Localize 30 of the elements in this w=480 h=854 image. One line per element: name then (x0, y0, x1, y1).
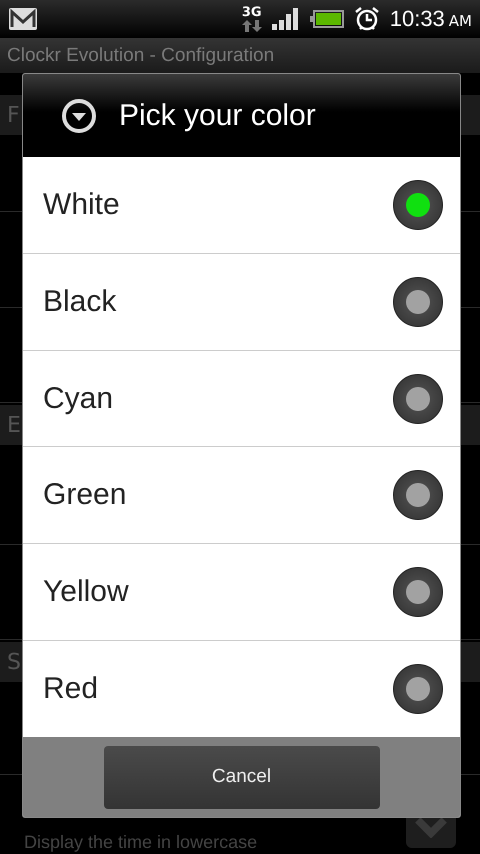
dialog-title: Pick your color (119, 98, 316, 132)
color-option[interactable]: White (23, 157, 460, 253)
option-label: Red (43, 672, 98, 706)
radio-button[interactable] (393, 276, 443, 327)
data-arrows-icon (242, 20, 262, 32)
color-option[interactable]: Cyan (23, 350, 460, 446)
mail-icon (8, 7, 38, 31)
setting-summary: Display the time in lowercase (24, 832, 258, 852)
color-option[interactable]: Yellow (23, 543, 460, 640)
option-label: Black (43, 284, 116, 319)
clock-time: 10:33 AM (390, 6, 472, 32)
cancel-button[interactable]: Cancel (104, 746, 380, 808)
radio-button[interactable] (393, 664, 443, 714)
radio-button[interactable] (393, 567, 443, 618)
battery-icon (310, 10, 344, 28)
color-option[interactable]: Red (23, 640, 460, 737)
signal-icon (272, 8, 300, 30)
option-label: Green (43, 478, 126, 512)
check-icon (415, 818, 447, 838)
network-type: 3G (242, 6, 262, 20)
option-label: Yellow (43, 575, 129, 610)
app-title: Clockr Evolution - Configuration (7, 44, 274, 66)
radio-button[interactable] (393, 470, 443, 520)
alarm-clock-icon (354, 6, 380, 32)
color-option[interactable]: Green (23, 446, 460, 544)
color-option[interactable]: Black (23, 252, 460, 350)
radio-button[interactable] (393, 180, 443, 230)
dropdown-circle-icon (61, 98, 97, 134)
radio-button[interactable] (393, 374, 443, 424)
option-label: White (43, 188, 120, 222)
